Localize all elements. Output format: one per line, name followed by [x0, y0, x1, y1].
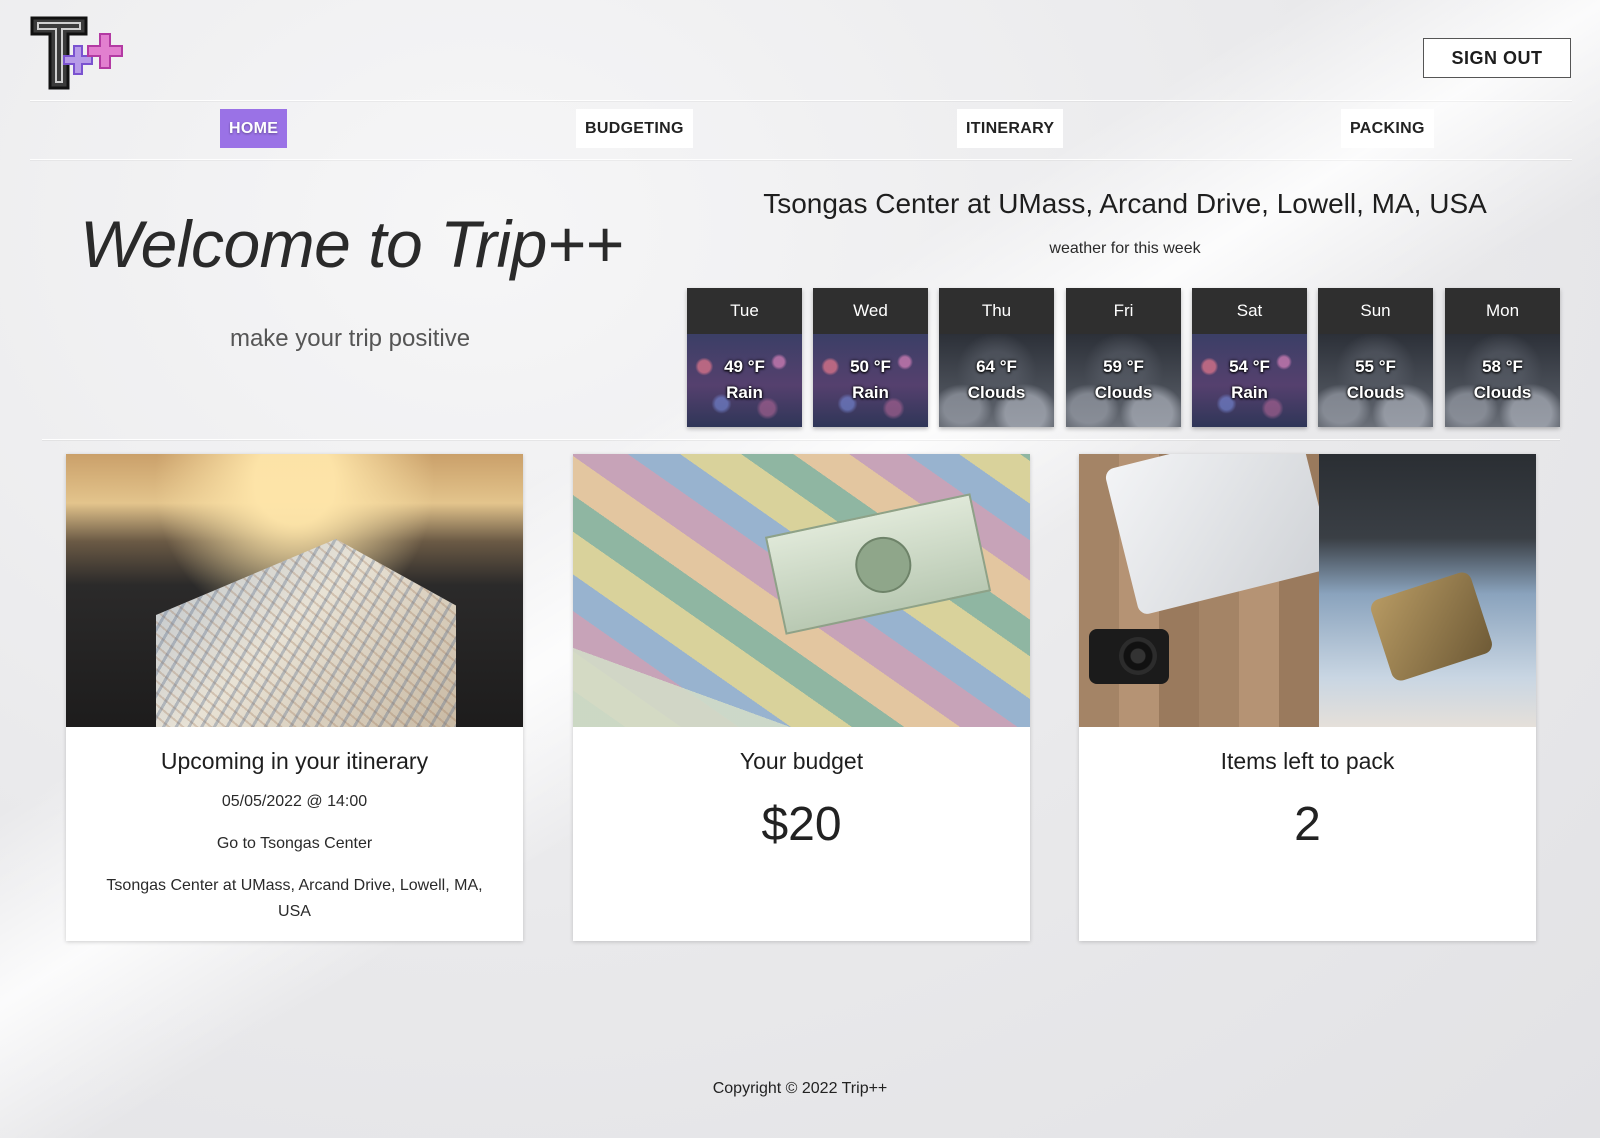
dollar-bill-image [764, 493, 992, 635]
weather-location: Tsongas Center at UMass, Arcand Drive, L… [763, 188, 1487, 219]
weather-day-card: Mon 58 °F Clouds [1445, 288, 1560, 427]
weather-day-name: Mon [1445, 288, 1560, 334]
itinerary-card[interactable]: Upcoming in your itinerary 05/05/2022 @ … [66, 454, 523, 941]
map-photo [66, 454, 523, 727]
weather-day-name: Tue [687, 288, 802, 334]
sign-out-button[interactable]: SIGN OUT [1423, 38, 1571, 78]
packing-card-title: Items left to pack [1220, 748, 1395, 774]
clouds-weather-image: 55 °F Clouds [1318, 334, 1433, 427]
budget-card[interactable]: Your budget $20 [573, 454, 1030, 941]
packing-card[interactable]: Items left to pack 2 [1079, 454, 1536, 941]
weather-temp: 50 °F [850, 357, 891, 376]
budget-card-title: Your budget [739, 748, 864, 774]
weather-temp: 64 °F [976, 357, 1017, 376]
nav-budgeting[interactable]: BUDGETING [576, 109, 693, 148]
clouds-weather-image: 64 °F Clouds [939, 334, 1054, 427]
currency-photo [573, 454, 1030, 727]
weather-condition: Clouds [1346, 383, 1405, 402]
weather-day-name: Fri [1066, 288, 1181, 334]
itinerary-card-title: Upcoming in your itinerary [160, 748, 429, 774]
weather-day-card: Sat 54 °F Rain [1192, 288, 1307, 427]
camera-image [1089, 629, 1169, 684]
trip-plus-plus-logo[interactable] [30, 16, 130, 92]
footer-copyright: Copyright © 2022 Trip++ [712, 1080, 888, 1097]
weather-day-name: Sat [1192, 288, 1307, 334]
section-divider [42, 439, 1560, 440]
itinerary-event: Go to Tsongas Center [216, 835, 373, 852]
nav-bottom-rule [30, 159, 1572, 160]
weather-temp: 54 °F [1229, 357, 1270, 376]
laptop-image [1103, 454, 1335, 616]
itinerary-datetime: 05/05/2022 @ 14:00 [221, 793, 368, 810]
weather-subtitle: weather for this week [1049, 240, 1201, 257]
rain-weather-image: 50 °F Rain [813, 334, 928, 427]
weather-condition: Rain [1231, 383, 1268, 402]
tagline: make your trip positive [229, 325, 471, 352]
nav-top-rule [30, 100, 1572, 101]
weather-day-card: Sun 55 °F Clouds [1318, 288, 1433, 427]
clouds-weather-image: 58 °F Clouds [1445, 334, 1560, 427]
rain-weather-image: 54 °F Rain [1192, 334, 1307, 427]
weather-condition: Rain [726, 383, 763, 402]
nav-home[interactable]: HOME [220, 109, 288, 148]
itinerary-location: Tsongas Center at UMass, Arcand Drive, L… [106, 877, 483, 920]
weather-day-card: Wed 50 °F Rain [813, 288, 928, 427]
weather-day-card: Tue 49 °F Rain [687, 288, 802, 427]
packing-count: 2 [1294, 798, 1321, 851]
weather-temp: 59 °F [1103, 357, 1144, 376]
welcome-heading: Welcome to Trip++ [80, 207, 623, 281]
weather-condition: Clouds [967, 383, 1026, 402]
weather-day-name: Sun [1318, 288, 1433, 334]
clouds-weather-image: 59 °F Clouds [1066, 334, 1181, 427]
weather-day-name: Thu [939, 288, 1054, 334]
nav-itinerary[interactable]: ITINERARY [957, 109, 1064, 148]
folded-map-image [156, 539, 456, 727]
weather-condition: Rain [852, 383, 889, 402]
weather-temp: 49 °F [724, 357, 765, 376]
weather-day-name: Wed [813, 288, 928, 334]
budget-amount: $20 [761, 798, 842, 851]
weather-condition: Clouds [1094, 383, 1153, 402]
weather-day-card: Fri 59 °F Clouds [1066, 288, 1181, 427]
weather-temp: 55 °F [1355, 357, 1396, 376]
weather-condition: Clouds [1473, 383, 1532, 402]
packing-photo [1079, 454, 1536, 727]
nav-packing[interactable]: PACKING [1341, 109, 1434, 148]
weather-temp: 58 °F [1482, 357, 1523, 376]
rain-weather-image: 49 °F Rain [687, 334, 802, 427]
weather-day-card: Thu 64 °F Clouds [939, 288, 1054, 427]
